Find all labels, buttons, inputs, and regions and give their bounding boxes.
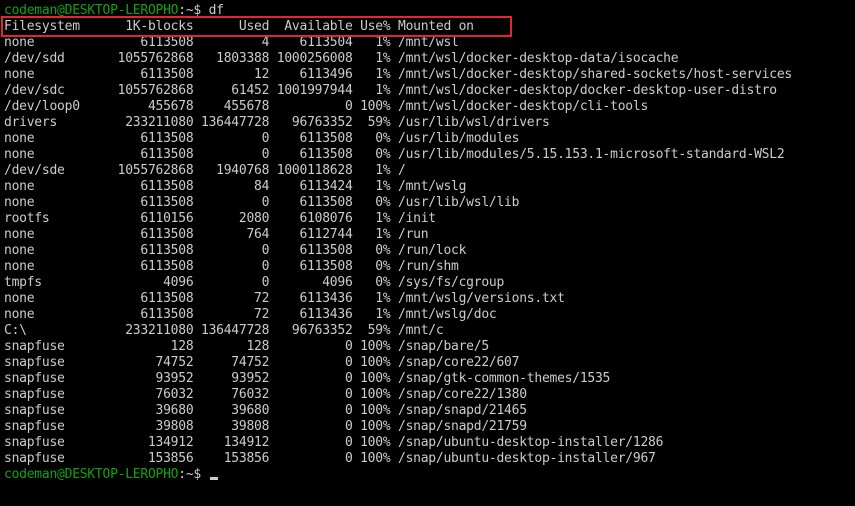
df-output-row: none 6113508 0 6113508 0% /usr/lib/modul… — [4, 131, 520, 146]
df-output-row: /dev/sdd 1055762868 1803388 1000256008 1… — [4, 51, 679, 66]
df-output-row: snapfuse 134912 134912 0 100% /snap/ubun… — [4, 435, 664, 450]
prompt-path: :~$ — [178, 3, 201, 18]
prompt-line[interactable]: codeman@DESKTOP-LEROPHO:~$ — [4, 467, 855, 483]
terminal-window[interactable]: codeman@DESKTOP-LEROPHO:~$ df Filesystem… — [4, 3, 855, 506]
command-text: df — [201, 3, 224, 18]
df-header-row: Filesystem 1K-blocks Used Available Use%… — [4, 19, 474, 34]
df-output-row: snapfuse 93952 93952 0 100% /snap/gtk-co… — [4, 371, 611, 386]
df-output-row: C:\ 233211080 136447728 96763352 59% /mn… — [4, 323, 444, 338]
df-output-row: snapfuse 39808 39808 0 100% /snap/snapd/… — [4, 419, 527, 434]
df-output-row: none 6113508 0 6113508 0% /usr/lib/modul… — [4, 147, 785, 162]
df-output-row: none 6113508 72 6113436 1% /mnt/wslg/ver… — [4, 291, 565, 306]
df-output-row: snapfuse 39680 39680 0 100% /snap/snapd/… — [4, 403, 527, 418]
df-output-row: drivers 233211080 136447728 96763352 59%… — [4, 115, 550, 130]
text-cursor — [209, 477, 218, 480]
df-output-row: /dev/loop0 455678 455678 0 100% /mnt/wsl… — [4, 99, 649, 114]
df-output-row: /dev/sde 1055762868 1940768 1000118628 1… — [4, 163, 406, 178]
df-output-row: none 6113508 12 6113496 1% /mnt/wsl/dock… — [4, 67, 792, 82]
df-output-row: none 6113508 0 6113508 0% /run/shm — [4, 259, 459, 274]
df-output-row: none 6113508 0 6113508 0% /run/lock — [4, 243, 467, 258]
df-output-row: snapfuse 74752 74752 0 100% /snap/core22… — [4, 355, 520, 370]
df-output-rows: none 6113508 4 6113504 1% /mnt/wsl/dev/s… — [4, 35, 855, 467]
df-output-row: none 6113508 4 6113504 1% /mnt/wsl — [4, 35, 459, 50]
prompt-user-host: codeman@DESKTOP-LEROPHO — [4, 3, 179, 18]
df-output-row: none 6113508 72 6113436 1% /mnt/wslg/doc — [4, 307, 497, 322]
prompt-path-2: :~$ — [178, 467, 201, 482]
df-output-row: tmpfs 4096 0 4096 0% /sys/fs/cgroup — [4, 275, 505, 290]
df-output-row: none 6113508 84 6113424 1% /mnt/wslg — [4, 179, 467, 194]
df-output-row: snapfuse 153856 153856 0 100% /snap/ubun… — [4, 451, 656, 466]
df-output-row: rootfs 6110156 2080 6108076 1% /init — [4, 211, 436, 226]
df-output-row: snapfuse 76032 76032 0 100% /snap/core22… — [4, 387, 527, 402]
command-line: codeman@DESKTOP-LEROPHO:~$ df — [4, 3, 855, 19]
df-output-row: snapfuse 128 128 0 100% /snap/bare/5 — [4, 339, 489, 354]
df-output-row: /dev/sdc 1055762868 61452 1001997944 1% … — [4, 83, 777, 98]
df-output-row: none 6113508 764 6112744 1% /run — [4, 227, 429, 242]
df-output-row: none 6113508 0 6113508 0% /usr/lib/wsl/l… — [4, 195, 520, 210]
prompt-user-host-2: codeman@DESKTOP-LEROPHO — [4, 467, 179, 482]
